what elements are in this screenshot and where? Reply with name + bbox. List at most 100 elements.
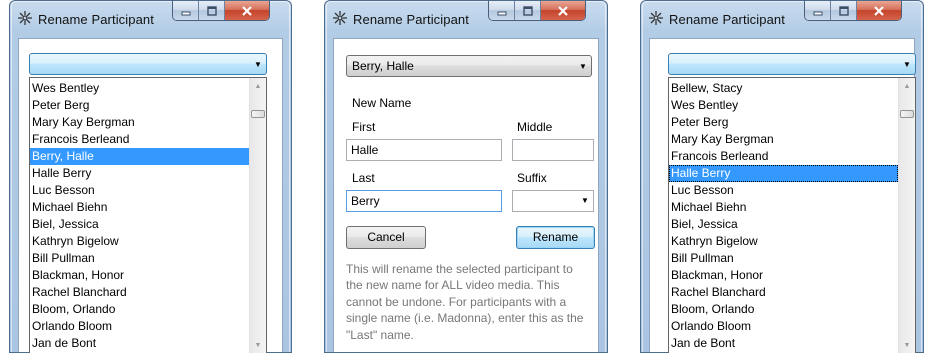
list-item[interactable]: Michael Biehn — [669, 199, 898, 216]
list-item[interactable]: Jan de Bont — [669, 335, 898, 352]
window-client: ▼ Bellew, Stacy Wes Bentley Peter Berg Mary… — [649, 38, 916, 353]
list-item[interactable]: Rachel Blanchard — [30, 284, 249, 301]
list-item[interactable]: Bill Pullman — [30, 250, 249, 267]
close-button[interactable] — [541, 1, 585, 20]
window-title: Rename Participant — [353, 12, 469, 27]
maximize-button[interactable] — [199, 1, 225, 20]
caption-buttons — [172, 1, 270, 21]
middle-label: Middle — [517, 120, 553, 134]
list-item[interactable]: Rachel Blanchard — [669, 284, 898, 301]
minimize-icon — [181, 11, 190, 15]
list-item[interactable]: Halle Berry — [669, 165, 898, 182]
participant-dropdown-list[interactable]: Bellew, Stacy Wes Bentley Peter Berg Mary K… — [668, 77, 916, 353]
caption-buttons — [804, 1, 902, 21]
help-line: "Last" name. — [346, 327, 414, 342]
scroll-thumb[interactable] — [251, 110, 265, 118]
list-item[interactable]: Peter Berg — [30, 97, 249, 114]
chevron-down-icon: ▼ — [903, 59, 911, 69]
list-item[interactable]: Halle Berry — [30, 165, 249, 182]
close-button[interactable] — [857, 1, 901, 20]
list-item[interactable]: Francois Berleand — [30, 131, 249, 148]
title-bar[interactable]: Rename Participant — [10, 1, 291, 31]
participant-dropdown-list[interactable]: Wes Bentley Peter Berg Mary Kay Bergman Fra… — [29, 77, 267, 353]
maximize-icon — [206, 5, 217, 16]
list-item[interactable]: Bellew, Stacy — [669, 80, 898, 97]
minimize-button[interactable] — [173, 1, 199, 20]
help-text: This will rename the selected participan… — [346, 261, 598, 343]
close-icon — [874, 5, 884, 16]
participant-combobox[interactable]: Berry, Halle ▼ — [346, 55, 592, 77]
list-item[interactable]: Peter Berg — [669, 114, 898, 131]
minimize-icon — [813, 11, 822, 15]
suffix-dropdown[interactable]: ▼ — [512, 190, 594, 212]
list-item[interactable]: Orlando Bloom — [30, 318, 249, 335]
list-item[interactable]: Biel, Jessica — [669, 216, 898, 233]
list-item[interactable]: Kathryn Bigelow — [30, 233, 249, 250]
last-label: Last — [352, 171, 375, 185]
first-name-input[interactable]: Halle — [346, 139, 502, 161]
caption-buttons — [488, 1, 586, 21]
close-button[interactable] — [225, 1, 269, 20]
rename-window-right: Rename Participant ▼ Bellew, Stacy Wes Be… — [640, 0, 924, 353]
help-line: cannot be undone. For participants with … — [346, 294, 567, 309]
gear-icon — [17, 10, 33, 26]
rename-window-left: Rename Participant ▼ Wes Bentley Peter Be… — [9, 0, 292, 353]
list-item[interactable]: Blackman, Honor — [30, 267, 249, 284]
minimize-button[interactable] — [489, 1, 515, 20]
maximize-button[interactable] — [831, 1, 857, 20]
list-item[interactable]: Orlando Bloom — [669, 318, 898, 335]
list-item[interactable]: Kathryn Bigelow — [669, 233, 898, 250]
scroll-up-icon[interactable]: ▲ — [899, 78, 915, 95]
list-item[interactable]: Bill Pullman — [669, 250, 898, 267]
list-item[interactable]: Mary Kay Bergman — [669, 131, 898, 148]
combobox-value: Berry, Halle — [352, 59, 414, 73]
window-title: Rename Participant — [669, 12, 785, 27]
first-label: First — [352, 120, 376, 134]
minimize-button[interactable] — [805, 1, 831, 20]
title-bar[interactable]: Rename Participant — [325, 1, 607, 31]
chevron-down-icon: ▼ — [581, 196, 589, 205]
list-item[interactable]: Wes Bentley — [30, 80, 249, 97]
minimize-icon — [497, 11, 506, 15]
list-item[interactable]: Mary Kay Bergman — [30, 114, 249, 131]
list-item[interactable]: Michael Biehn — [30, 199, 249, 216]
list-item[interactable]: Bloom, Orlando — [30, 301, 249, 318]
list-item[interactable]: Biel, Jessica — [30, 216, 249, 233]
list-item[interactable]: Wes Bentley — [669, 97, 898, 114]
rename-window-middle: Rename Participant Berry, Halle ▼ New Na… — [324, 0, 608, 353]
close-icon — [242, 5, 252, 16]
gear-icon — [648, 10, 664, 26]
maximize-icon — [838, 5, 849, 16]
close-icon — [558, 5, 568, 16]
list-item[interactable]: Francois Berleand — [669, 148, 898, 165]
rename-button[interactable]: Rename — [516, 226, 595, 249]
vertical-scrollbar[interactable]: ▲ ▼ — [249, 78, 266, 353]
help-line: single name (i.e. Madonna), enter this a… — [346, 311, 584, 326]
help-line: the new name for ALL video media. This — [346, 278, 560, 293]
chevron-down-icon: ▼ — [579, 61, 587, 71]
scroll-thumb[interactable] — [900, 110, 914, 118]
participant-combobox[interactable]: ▼ — [668, 53, 916, 75]
chevron-down-icon: ▼ — [254, 59, 262, 69]
window-title: Rename Participant — [38, 12, 154, 27]
maximize-button[interactable] — [515, 1, 541, 20]
scroll-down-icon[interactable]: ▼ — [250, 337, 266, 353]
cancel-button[interactable]: Cancel — [346, 226, 426, 249]
list-item[interactable]: Luc Besson — [669, 182, 898, 199]
list-item[interactable]: Blackman, Honor — [669, 267, 898, 284]
list-container: Wes Bentley Peter Berg Mary Kay Bergman Fra… — [30, 80, 249, 352]
list-item[interactable]: Jan de Bont — [30, 335, 249, 352]
scroll-down-icon[interactable]: ▼ — [899, 337, 915, 353]
suffix-label: Suffix — [517, 171, 547, 185]
list-item[interactable]: Luc Besson — [30, 182, 249, 199]
title-bar[interactable]: Rename Participant — [641, 1, 923, 31]
new-name-heading: New Name — [352, 96, 412, 110]
window-client: Berry, Halle ▼ New Name First Middle Hal… — [333, 38, 599, 352]
list-item[interactable]: Berry, Halle — [30, 148, 249, 165]
participant-combobox[interactable]: ▼ — [29, 53, 267, 75]
middle-name-input[interactable] — [512, 139, 594, 161]
last-name-input[interactable]: Berry — [346, 190, 502, 212]
scroll-up-icon[interactable]: ▲ — [250, 78, 266, 95]
vertical-scrollbar[interactable]: ▲ ▼ — [898, 78, 915, 353]
list-item[interactable]: Bloom, Orlando — [669, 301, 898, 318]
